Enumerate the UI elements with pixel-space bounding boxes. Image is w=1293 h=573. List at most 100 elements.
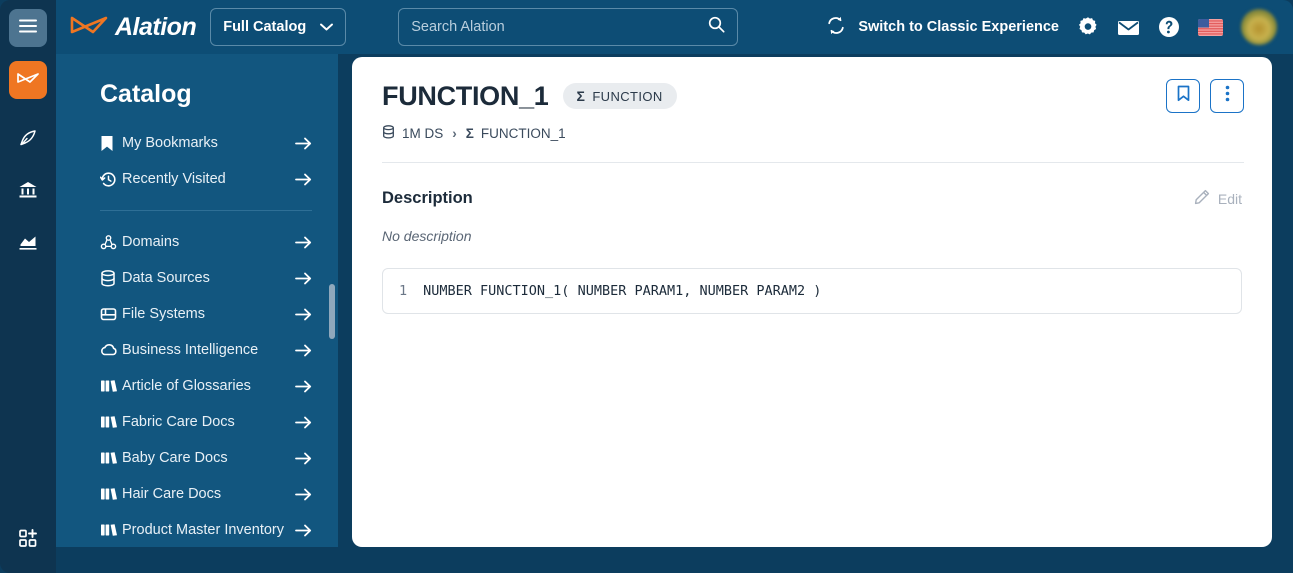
left-icon-rail: [0, 0, 56, 573]
search-box[interactable]: [398, 8, 739, 46]
edit-label: Edit: [1217, 190, 1242, 207]
code-line-text: NUMBER FUNCTION_1( NUMBER PARAM1, NUMBER…: [423, 283, 822, 299]
function-signature-code-block: 1 NUMBER FUNCTION_1( NUMBER PARAM1, NUMB…: [382, 268, 1242, 314]
header-right-actions: Switch to Classic Experience: [826, 9, 1277, 45]
sidebar-item-recently-visited[interactable]: Recently Visited: [56, 161, 338, 197]
sidebar-item-label: Hair Care Docs: [122, 486, 222, 502]
breadcrumb: 1M DS › Σ FUNCTION_1: [382, 125, 1244, 142]
breadcrumb-source-label: 1M DS: [402, 126, 444, 141]
catalog-sidebar: Catalog My Bookmarks Recently Visited Do…: [56, 54, 338, 547]
arrow-right-icon: [295, 488, 312, 501]
arrow-right-icon: [295, 236, 312, 249]
refresh-cycle-icon: [826, 16, 846, 39]
search-input[interactable]: [411, 19, 709, 35]
bookmark-button[interactable]: [1166, 79, 1200, 113]
sidebar-item-article-of-glossaries[interactable]: Article of Glossaries: [56, 368, 338, 404]
more-options-button[interactable]: [1210, 79, 1244, 113]
sidebar-item-my-bookmarks[interactable]: My Bookmarks: [56, 125, 338, 161]
switch-experience-button[interactable]: Switch to Classic Experience: [826, 16, 1059, 39]
edit-description-button[interactable]: Edit: [1194, 189, 1242, 208]
governance-button[interactable]: [9, 173, 47, 211]
arrow-right-icon: [295, 272, 312, 285]
kebab-menu-icon: [1225, 85, 1230, 107]
question-circle-icon[interactable]: [1158, 16, 1180, 38]
search-icon[interactable]: [708, 16, 725, 38]
sidebar-item-label: Baby Care Docs: [122, 450, 228, 466]
analytics-button[interactable]: [9, 225, 47, 263]
main-header: FUNCTION_1 Σ FUNCTION 1M DS › Σ FUNCTION…: [352, 57, 1272, 163]
sidebar-item-label: Fabric Care Docs: [122, 414, 235, 430]
sidebar-item-file-systems[interactable]: File Systems: [56, 296, 338, 332]
breadcrumb-separator: ›: [452, 126, 457, 141]
envelope-icon[interactable]: [1117, 18, 1140, 37]
sidebar-item-label: Business Intelligence: [122, 342, 259, 358]
alation-logo-button[interactable]: [9, 61, 47, 99]
arrow-right-icon: [295, 137, 312, 150]
pencil-icon: [1194, 189, 1210, 208]
bookmark-outline-icon: [1176, 85, 1191, 107]
catalog-scope-label: Full Catalog: [223, 19, 307, 35]
catalog-scope-select[interactable]: Full Catalog: [210, 8, 347, 46]
no-description-text: No description: [382, 228, 472, 244]
code-line-number: 1: [399, 283, 408, 299]
arrow-right-icon: [295, 452, 312, 465]
arrow-right-icon: [295, 524, 312, 537]
bank-building-icon: [18, 180, 38, 205]
domains-icon: [100, 234, 122, 251]
sidebar-item-domains[interactable]: Domains: [56, 224, 338, 260]
history-clock-icon: [100, 171, 122, 188]
sidebar-item-fabric-care-docs[interactable]: Fabric Care Docs: [56, 404, 338, 440]
code-line: 1 NUMBER FUNCTION_1( NUMBER PARAM1, NUMB…: [399, 283, 1225, 299]
description-header: Description Edit: [382, 189, 1242, 208]
sidebar-item-label: Recently Visited: [122, 171, 226, 187]
header-actions: [1166, 79, 1244, 113]
sidebar-item-business-intelligence[interactable]: Business Intelligence: [56, 332, 338, 368]
sidebar-divider: [100, 210, 312, 211]
breadcrumb-current-label: FUNCTION_1: [480, 126, 566, 141]
file-system-icon: [100, 306, 122, 322]
user-avatar[interactable]: [1241, 9, 1277, 45]
main-panel: FUNCTION_1 Σ FUNCTION 1M DS › Σ FUNCTION…: [352, 57, 1272, 547]
title-row: FUNCTION_1 Σ FUNCTION: [382, 79, 1244, 113]
stewardship-button[interactable]: [9, 121, 47, 159]
sidebar-item-label: Data Sources: [122, 270, 210, 286]
gear-icon[interactable]: [1077, 16, 1099, 38]
quill-pen-icon: [18, 128, 38, 153]
breadcrumb-source[interactable]: 1M DS: [382, 125, 443, 142]
books-icon: [100, 415, 122, 429]
object-type-badge: Σ FUNCTION: [562, 83, 677, 109]
description-heading: Description: [382, 189, 473, 207]
sidebar-scrollbar-thumb[interactable]: [329, 284, 335, 339]
switch-experience-label: Switch to Classic Experience: [858, 19, 1059, 35]
sidebar-item-data-sources[interactable]: Data Sources: [56, 260, 338, 296]
brand-logo[interactable]: Alation: [70, 13, 197, 42]
menu-toggle-button[interactable]: [9, 9, 47, 47]
sidebar-item-hair-care-docs[interactable]: Hair Care Docs: [56, 476, 338, 512]
sidebar-item-product-master-inventory[interactable]: Product Master Inventory: [56, 512, 338, 547]
database-icon: [100, 269, 122, 287]
breadcrumb-current: Σ FUNCTION_1: [466, 126, 566, 141]
grid-plus-icon: [18, 528, 38, 553]
app-root: Alation Full Catalog Search Alation Swit…: [0, 0, 1293, 573]
arrow-right-icon: [295, 380, 312, 393]
bookmark-icon: [100, 135, 122, 152]
database-icon: [382, 125, 395, 142]
hamburger-icon: [19, 19, 37, 38]
arrow-right-icon: [295, 308, 312, 321]
page-title: FUNCTION_1: [382, 80, 549, 111]
alation-bowtie-icon: [70, 13, 108, 42]
arrow-right-icon: [295, 173, 312, 186]
area-chart-icon: [18, 232, 38, 257]
books-icon: [100, 451, 122, 465]
sidebar-item-label: Domains: [122, 234, 180, 250]
add-app-button[interactable]: [9, 521, 47, 559]
us-flag-icon[interactable]: [1198, 18, 1223, 36]
sidebar-item-label: File Systems: [122, 306, 205, 322]
sigma-icon: Σ: [465, 126, 474, 141]
sidebar-item-baby-care-docs[interactable]: Baby Care Docs: [56, 440, 338, 476]
chevron-down-icon: [320, 19, 334, 35]
arrow-right-icon: [295, 416, 312, 429]
sigma-icon: Σ: [576, 88, 586, 104]
alation-bowtie-icon: [17, 71, 39, 90]
arrow-right-icon: [295, 344, 312, 357]
